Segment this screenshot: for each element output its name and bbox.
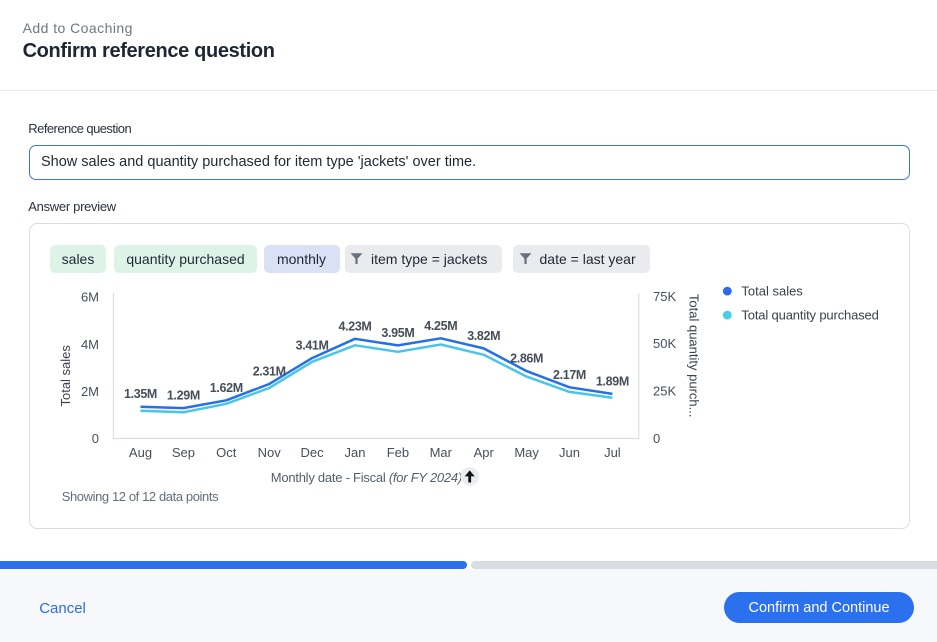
svg-text:4M: 4M [81,337,99,352]
svg-text:2.86M: 2.86M [510,352,543,366]
svg-text:1.89M: 1.89M [596,374,629,388]
svg-text:6M: 6M [81,290,99,305]
svg-text:Mar: Mar [430,445,453,460]
svg-text:3.95M: 3.95M [381,326,414,340]
svg-text:Total sales: Total sales [741,284,803,299]
svg-text:4.25M: 4.25M [424,319,457,333]
svg-text:0: 0 [92,431,99,446]
svg-text:Dec: Dec [301,445,325,460]
svg-text:Sep: Sep [172,445,195,460]
svg-text:75K: 75K [653,289,676,304]
svg-text:Jan: Jan [345,445,366,460]
svg-text:1.35M: 1.35M [124,387,157,401]
svg-text:Aug: Aug [129,445,152,460]
svg-text:Jul: Jul [604,445,621,460]
svg-text:0: 0 [653,431,660,446]
svg-text:25K: 25K [653,384,676,399]
svg-text:Nov: Nov [258,445,282,460]
svg-text:Total sales: Total sales [58,345,73,407]
svg-text:Total quantity purchased: Total quantity purchased [741,308,878,323]
svg-text:4.23M: 4.23M [339,319,372,333]
svg-text:Monthly date - Fiscal (for FY: Monthly date - Fiscal (for FY 2024) [271,470,462,485]
svg-text:Feb: Feb [387,445,409,460]
svg-text:Apr: Apr [474,445,495,460]
svg-text:3.41M: 3.41M [296,339,329,353]
svg-text:1.29M: 1.29M [167,389,200,403]
svg-text:Total quantity purch...: Total quantity purch... [687,294,702,418]
svg-text:May: May [514,445,539,460]
svg-text:Jun: Jun [559,445,580,460]
svg-text:Oct: Oct [216,445,237,460]
svg-text:1.62M: 1.62M [210,381,243,395]
svg-text:50K: 50K [653,336,676,351]
svg-text:3.82M: 3.82M [467,329,500,343]
svg-text:2.17M: 2.17M [553,368,586,382]
svg-text:2M: 2M [81,384,99,399]
svg-text:2.31M: 2.31M [253,365,286,379]
